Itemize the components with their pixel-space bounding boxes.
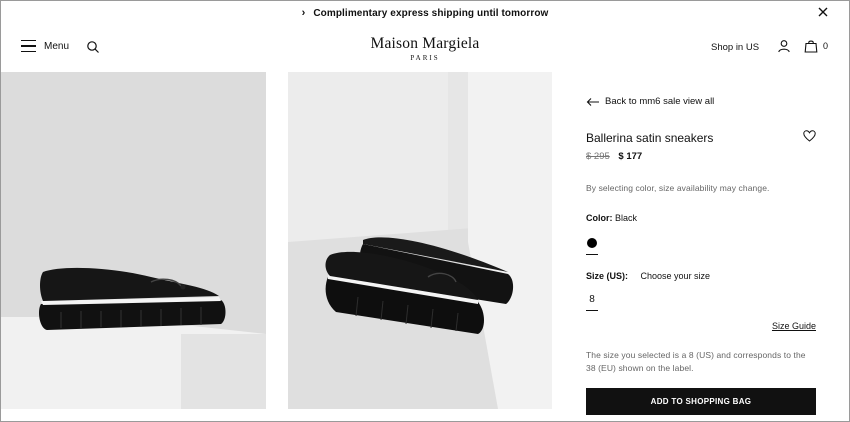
bag-count: 0 xyxy=(823,41,829,51)
swatch-selected-indicator xyxy=(586,254,598,255)
promo-bar[interactable]: › Complimentary express shipping until t… xyxy=(0,0,850,26)
color-value: Black xyxy=(615,213,638,223)
heart-icon[interactable] xyxy=(803,130,816,142)
original-price: $ 295 xyxy=(586,151,610,162)
sale-price: $ 177 xyxy=(618,151,643,162)
promo-text: Complimentary express shipping until tom… xyxy=(313,7,549,19)
color-label: Color: xyxy=(586,213,613,223)
chevron-right-icon: › xyxy=(301,7,306,19)
site-header: Menu Maison Margiela PARIS Shop in US 0 xyxy=(0,26,850,72)
sneaker-side-view-icon xyxy=(1,72,266,409)
shopping-bag-button[interactable]: 0 xyxy=(804,39,828,53)
shopping-bag-icon xyxy=(804,40,818,53)
product-image-side[interactable] xyxy=(1,72,266,409)
price-block: $ 295 $ 177 xyxy=(586,151,642,162)
size-selected-indicator xyxy=(586,310,598,311)
close-icon[interactable] xyxy=(816,5,830,19)
account-icon[interactable] xyxy=(777,39,791,53)
size-guide-link[interactable]: Size Guide xyxy=(772,321,816,331)
back-link[interactable]: Back to mm6 sale view all xyxy=(586,96,714,107)
color-selector-label: Color: Black xyxy=(586,213,637,223)
availability-note: By selecting color, size availability ma… xyxy=(586,183,770,193)
sneaker-pair-view-icon xyxy=(288,72,552,409)
size-conversion-info: The size you selected is a 8 (US) and co… xyxy=(586,350,806,373)
product-title: Ballerina satin sneakers xyxy=(586,131,714,145)
product-image-pair[interactable] xyxy=(288,72,552,409)
color-swatch-black[interactable] xyxy=(587,238,597,248)
size-label: Size (US): xyxy=(586,271,629,281)
size-prompt: Choose your size xyxy=(640,271,711,281)
arrow-left-icon xyxy=(586,97,599,106)
size-selector-label: Size (US): Choose your size xyxy=(586,271,710,281)
shop-in-country-link[interactable]: Shop in US xyxy=(711,42,759,53)
size-option-8[interactable]: 8 xyxy=(586,294,598,305)
add-to-bag-button[interactable]: ADD TO SHOPPING BAG xyxy=(586,388,816,415)
logo-subtitle: PARIS xyxy=(410,54,440,62)
back-link-label: Back to mm6 sale view all xyxy=(605,96,715,107)
